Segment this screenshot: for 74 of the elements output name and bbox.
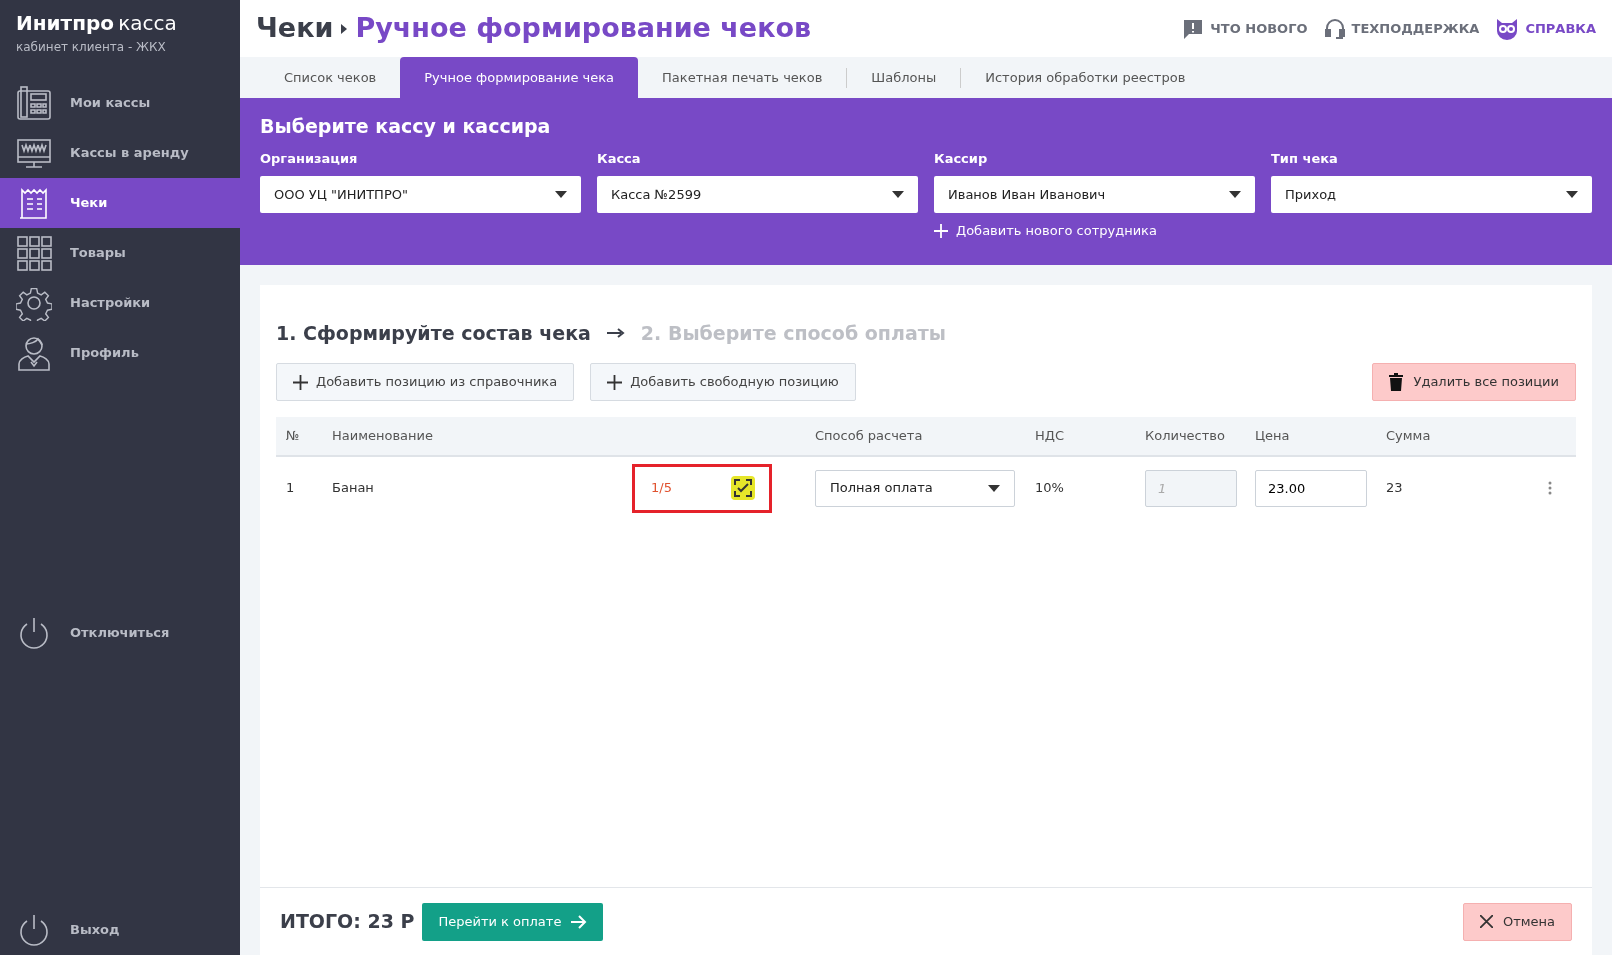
tab[interactable]: История обработки реестров (961, 57, 1210, 98)
header-link[interactable]: СПРАВКА (1495, 17, 1596, 40)
sidebar-item[interactable]: Настройки (0, 278, 240, 328)
disconnect-link[interactable]: Отключиться (0, 608, 240, 658)
add-free-item-button[interactable]: Добавить свободную позицию (590, 363, 856, 401)
column-header: Количество (1145, 428, 1225, 444)
breadcrumb-link[interactable]: Чеки (256, 8, 334, 49)
brand-product: касса (118, 11, 177, 35)
add-employee-link[interactable]: Добавить нового сотрудника (934, 221, 1157, 241)
page-title: Ручное формирование чеков (355, 11, 812, 46)
add-from-catalog-button[interactable]: Добавить позицию из справочника (276, 363, 575, 401)
sum-value: 23 (1386, 480, 1403, 496)
column-header: № (286, 428, 300, 444)
close-icon (1479, 915, 1493, 928)
arrow-icon (606, 327, 625, 338)
select-field[interactable]: ООО УЦ "ИНИТПРО" (260, 176, 581, 213)
caret-icon (555, 191, 567, 198)
caret-icon (1566, 191, 1578, 198)
sidebar-item[interactable]: Чеки (0, 178, 240, 228)
field-label: Кассир (934, 149, 989, 168)
caret-icon (892, 191, 904, 198)
plus-icon (934, 223, 948, 238)
chevron-icon (341, 23, 348, 34)
step-title: 2. Выберите способ оплаты (640, 320, 946, 346)
plus-icon (293, 374, 308, 390)
tab[interactable]: Пакетная печать чеков (638, 57, 847, 98)
delete-all-button[interactable]: Удалить все позиции (1372, 363, 1576, 401)
vat-rate: 10% (1035, 480, 1064, 496)
price-field[interactable]: 23.00 (1255, 469, 1367, 507)
payment-method-select[interactable]: Полная оплата (815, 469, 1015, 507)
caret-icon (988, 484, 1000, 492)
brand-name: Инитпро (16, 11, 115, 35)
trash-icon (1389, 373, 1404, 391)
column-header: Наименование (332, 428, 434, 444)
header-link[interactable]: ЧТО НОВОГО (1182, 17, 1308, 40)
more-icon[interactable] (1548, 481, 1552, 495)
user-icon (16, 335, 52, 371)
sidebar-item[interactable]: Мои кассы (0, 78, 240, 128)
row-number: 1 (286, 480, 295, 496)
select-field[interactable]: Приход (1271, 176, 1592, 213)
select-field[interactable]: Иванов Иван Иванович (934, 176, 1255, 213)
select-field[interactable]: Касса №2599 (597, 176, 918, 213)
tab[interactable]: Список чеков (260, 57, 401, 98)
column-header: Цена (1255, 428, 1290, 444)
sidebar-item[interactable]: Профиль (0, 328, 240, 378)
caret-icon (1229, 191, 1241, 198)
header-link[interactable]: ТЕХПОДДЕРЖКА (1323, 17, 1480, 40)
sidebar-item[interactable]: Товары (0, 228, 240, 278)
chat-icon (1182, 17, 1205, 40)
total-amount: ИТОГО: 23 Р (280, 909, 415, 935)
phone-icon (16, 85, 52, 121)
item-name: Банан (332, 480, 374, 496)
step-title: 1. Сформируйте состав чека (276, 320, 591, 346)
plus-icon (607, 374, 623, 390)
scan-check-icon[interactable] (731, 476, 755, 500)
field-label: Организация (260, 149, 359, 168)
field-label: Касса (597, 149, 642, 168)
marking-count: 1/5 (651, 479, 672, 498)
brand-subtitle: кабинет клиента - ЖКХ (16, 39, 167, 56)
owl-icon (1495, 17, 1520, 40)
column-header: Сумма (1386, 428, 1431, 444)
settings-icon (16, 285, 52, 321)
grid-icon (16, 235, 52, 271)
logout-link[interactable]: Выход (0, 905, 240, 955)
column-header: Способ расчета (815, 428, 923, 444)
field-label: Тип чека (1271, 149, 1339, 168)
tab[interactable]: Шаблоны (847, 57, 961, 98)
headset-icon (1323, 17, 1346, 40)
panel-title: Выберите кассу и кассира (260, 114, 552, 139)
cancel-button[interactable]: Отмена (1462, 902, 1572, 941)
column-header: НДС (1035, 428, 1064, 444)
arrow-icon (571, 914, 588, 929)
tab[interactable]: Ручное формирование чека (400, 57, 639, 98)
sidebar-item[interactable]: Кассы в аренду (0, 128, 240, 178)
